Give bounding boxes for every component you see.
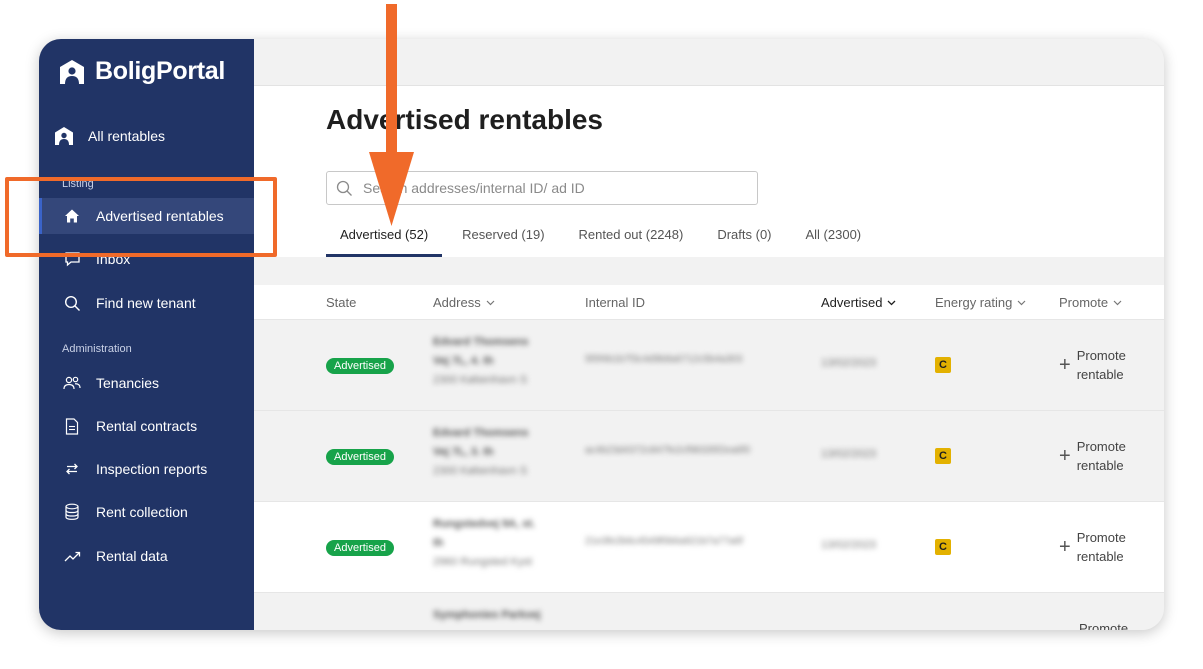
sidebar-item-tenancies[interactable]: Tenancies	[39, 365, 254, 401]
house-person-icon	[60, 59, 84, 84]
column-label: State	[326, 295, 357, 310]
main-content: Advertised rentables Advertised (52) Res…	[254, 39, 1164, 630]
address-city: 2300 København S	[433, 465, 528, 477]
advertised-date: 13/02/2023	[821, 539, 877, 551]
tab-drafts[interactable]: Drafts (0)	[703, 219, 785, 257]
document-icon	[62, 416, 82, 436]
brand-name: BoligPortal	[95, 57, 226, 85]
energy-rating-badge: C	[935, 539, 951, 555]
sidebar-item-rental-data[interactable]: Rental data	[39, 538, 254, 574]
address-line: Edvard Thomsens	[433, 427, 529, 439]
section-label-administration: Administration	[62, 343, 132, 355]
tab-all[interactable]: All (2300)	[792, 219, 876, 257]
plus-icon: +	[1059, 354, 1071, 376]
energy-rating-badge: C	[935, 357, 951, 373]
tab-advertised[interactable]: Advertised (52)	[326, 219, 443, 257]
search-input[interactable]	[361, 179, 745, 197]
promote-rentable-button[interactable]: + Promote rentable	[1059, 346, 1137, 384]
sidebar-item-inspection-reports[interactable]: Inspection reports	[39, 451, 254, 487]
advertised-date: 13/02/2023	[821, 357, 877, 369]
promote-rentable-button[interactable]: + Promote rentable	[1059, 437, 1137, 475]
column-header-promote[interactable]: Promote	[1059, 295, 1122, 310]
status-badge: Advertised	[326, 449, 394, 465]
energy-rating-badge: C	[935, 448, 951, 464]
table-row[interactable]: Advertised Rungstedvej 9A, st. th 2960 R…	[254, 502, 1164, 593]
promote-label: Promote rentable	[1076, 439, 1126, 473]
sidebar-item-all-rentables[interactable]: All rentables	[39, 118, 254, 154]
table-header: State Address Internal ID Advertised Ene…	[254, 285, 1164, 320]
tab-rented-out[interactable]: Rented out (2248)	[565, 219, 698, 257]
advertised-date: 13/02/2023	[821, 448, 877, 460]
column-header-address[interactable]: Address	[433, 295, 495, 310]
sidebar-item-label: Rent collection	[96, 504, 188, 520]
column-label: Energy rating	[935, 295, 1013, 310]
sidebar-item-label: Rental data	[96, 548, 168, 564]
plus-icon: +	[1059, 536, 1071, 558]
status-tabs: Advertised (52) Reserved (19) Rented out…	[326, 219, 881, 257]
sidebar-item-rental-contracts[interactable]: Rental contracts	[39, 408, 254, 444]
column-header-advertised[interactable]: Advertised	[821, 295, 896, 310]
search-icon	[336, 180, 352, 196]
sidebar-item-find-new-tenant[interactable]: Find new tenant	[39, 285, 254, 321]
house-person-icon	[54, 126, 74, 146]
address-line: Symphonies Parkvej	[433, 609, 541, 621]
status-badge: Advertised	[326, 358, 394, 374]
address-line: Edvard Thomsens	[433, 336, 529, 348]
column-label: Internal ID	[585, 295, 645, 310]
internal-id: 5f0f4b1b7f3c4d9b8a6712c5b4a303	[585, 354, 743, 365]
search-box[interactable]	[326, 171, 758, 205]
promote-label: Promote	[1079, 621, 1129, 630]
page-title: Advertised rentables	[326, 104, 603, 135]
chevron-down-icon	[1113, 300, 1122, 305]
address-city: 2960 Rungsted Kyst	[433, 556, 533, 568]
address-city: 2300 København S	[433, 374, 528, 386]
sidebar-item-label: Rental contracts	[96, 418, 198, 434]
column-header-internal-id: Internal ID	[585, 295, 645, 310]
sidebar-item-rent-collection[interactable]: Rent collection	[39, 494, 254, 530]
promote-label: Promote rentable	[1076, 530, 1126, 564]
coins-icon	[62, 502, 82, 522]
section-divider	[254, 257, 1164, 285]
brand-logo[interactable]: BoligPortal	[59, 57, 225, 86]
sidebar-item-label: All rentables	[88, 128, 166, 144]
chevron-down-icon	[887, 300, 896, 305]
swap-arrows-icon	[62, 459, 82, 479]
sidebar-item-label: Inspection reports	[96, 461, 208, 477]
page-header: Advertised rentables Advertised (52) Res…	[254, 86, 1164, 257]
table-row[interactable]: Advertised Edvard Thomsens Vej 7L, 4. th…	[254, 320, 1164, 411]
internal-id: ac4b23d4372c847fe2cf98335f2ea6f0	[585, 445, 751, 456]
promote-rentable-button[interactable]: + Promote rentable	[1059, 528, 1137, 566]
app-window: BoligPortal All rentables Listing Advert…	[39, 39, 1164, 630]
address-line: Vej 7L, 3. th	[433, 446, 494, 458]
column-header-state: State	[326, 295, 356, 310]
people-icon	[62, 373, 82, 393]
address-line: Vej 7L, 4. th	[433, 355, 494, 367]
top-bar	[254, 39, 1164, 86]
trend-icon	[62, 546, 82, 566]
column-label: Promote	[1059, 295, 1109, 310]
chevron-down-icon	[1017, 300, 1026, 305]
column-header-energy-rating[interactable]: Energy rating	[935, 295, 1026, 310]
internal-id: 21e3fe2b6c4549f0b6a921b7a77a6f	[585, 536, 743, 547]
chevron-down-icon	[486, 300, 495, 305]
promote-label: Promote rentable	[1076, 348, 1126, 382]
plus-icon: +	[1059, 445, 1071, 467]
annotation-highlight-box	[5, 177, 277, 257]
address-line: Rungstedvej 9A, st.	[433, 518, 536, 530]
table-row[interactable]: Symphonies Parkvej Promote	[254, 593, 1164, 630]
column-label: Advertised	[821, 295, 883, 310]
search-icon	[62, 293, 82, 313]
sidebar: BoligPortal All rentables Listing Advert…	[39, 39, 254, 630]
column-label: Address	[433, 295, 481, 310]
sidebar-item-label: Tenancies	[96, 375, 160, 391]
status-badge: Advertised	[326, 540, 394, 556]
address-line: th	[433, 537, 444, 549]
promote-rentable-button[interactable]: Promote	[1059, 619, 1139, 630]
tab-reserved[interactable]: Reserved (19)	[448, 219, 558, 257]
table-row[interactable]: Advertised Edvard Thomsens Vej 7L, 3. th…	[254, 411, 1164, 502]
sidebar-item-label: Find new tenant	[96, 295, 196, 311]
